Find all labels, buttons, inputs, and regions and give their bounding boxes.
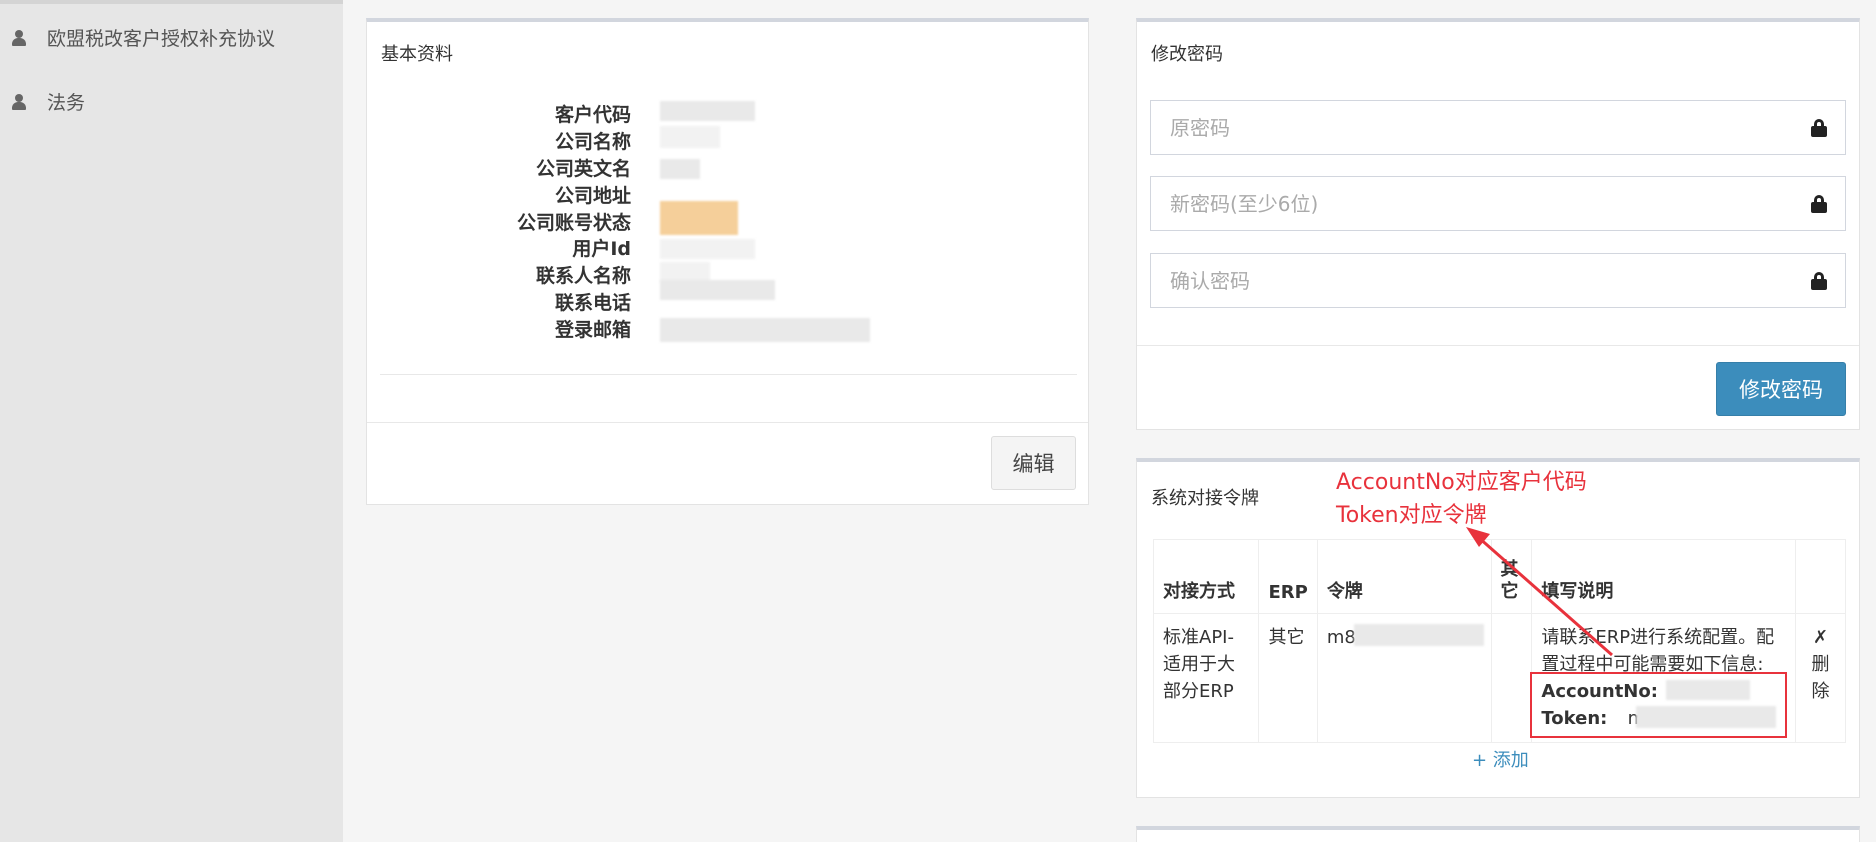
info-labels: 客户代码 公司名称 公司英文名 公司地址 公司账号状态 用户Id 联系人名称 联… [367, 100, 631, 350]
lock-icon [1811, 195, 1827, 213]
redacted-english-name [660, 159, 700, 179]
edit-button[interactable]: 编辑 [991, 436, 1076, 490]
cell-method: 标准API-适用于大部分ERP [1152, 613, 1260, 743]
redacted-token [1353, 624, 1484, 646]
lock-icon [1811, 119, 1827, 137]
annotation-highlight-box [1530, 672, 1787, 738]
sidebar: 欧盟税改客户授权补充协议 法务 [0, 0, 343, 842]
label-company-english-name: 公司英文名 [535, 158, 631, 180]
new-password-field [1150, 176, 1846, 231]
redacted-phone [660, 280, 775, 300]
label-contact-name: 联系人名称 [535, 265, 631, 287]
sidebar-item-eu-tax-agreement[interactable]: 欧盟税改客户授权补充协议 [12, 24, 275, 51]
label-company-name: 公司名称 [554, 131, 631, 153]
user-icon [12, 93, 26, 110]
table-header-row: 对接方式 ERP 令牌 其它 填写说明 [1152, 539, 1846, 614]
col-description: 填写说明 [1531, 539, 1797, 614]
label-account-status: 公司账号状态 [516, 212, 631, 234]
next-panel-edge [1136, 826, 1860, 842]
add-link[interactable]: + 添加 [1472, 746, 1529, 772]
col-erp: ERP [1258, 539, 1318, 614]
sidebar-item-legal[interactable]: 法务 [12, 88, 85, 115]
lock-icon [1811, 272, 1827, 290]
sidebar-top-border [0, 0, 343, 4]
col-other: 其它 [1491, 539, 1533, 614]
description-text: 请联系ERP进行系统配置。配置过程中可能需要如下信息: [1541, 627, 1775, 675]
label-login-email: 登录邮箱 [554, 319, 631, 341]
divider [380, 374, 1077, 375]
change-password-panel: 修改密码 修改密码 [1136, 18, 1860, 430]
token-text: m8 [1326, 627, 1356, 648]
old-password-input[interactable] [1151, 101, 1845, 154]
footer-divider [367, 422, 1088, 423]
col-method: 对接方式 [1152, 539, 1260, 614]
basic-info-panel: 基本资料 客户代码 公司名称 公司英文名 公司地址 公司账号状态 用户Id 联系… [366, 18, 1089, 505]
footer-divider [1137, 345, 1859, 346]
delete-link[interactable]: ✗ 删除 [1795, 613, 1846, 743]
user-icon [12, 29, 26, 46]
redacted-company-name [660, 126, 720, 148]
cell-other [1491, 613, 1533, 743]
confirm-password-field [1150, 253, 1846, 308]
annotation-line-2: Token对应令牌 [1336, 503, 1487, 528]
panel-title: 系统对接令牌 [1151, 488, 1259, 509]
col-token: 令牌 [1316, 539, 1493, 614]
annotation-line-1: AccountNo对应客户代码 [1336, 470, 1587, 495]
annotation-text: AccountNo对应客户代码 Token对应令牌 [1336, 466, 1587, 532]
old-password-field [1150, 100, 1846, 155]
confirm-password-input[interactable] [1151, 254, 1845, 307]
change-password-button[interactable]: 修改密码 [1716, 362, 1846, 416]
redacted-customer-code [660, 101, 755, 121]
redacted-contact-name [660, 262, 710, 282]
redacted-email [660, 318, 870, 342]
label-customer-code: 客户代码 [554, 104, 631, 126]
label-company-address: 公司地址 [554, 185, 631, 207]
new-password-input[interactable] [1151, 177, 1845, 230]
label-user-id: 用户Id [572, 238, 631, 260]
col-actions [1795, 539, 1846, 614]
redacted-account-status [660, 201, 738, 235]
cell-erp: 其它 [1258, 613, 1318, 743]
label-contact-phone: 联系电话 [554, 292, 631, 314]
sidebar-item-label: 欧盟税改客户授权补充协议 [47, 28, 276, 50]
cell-token: m8 [1316, 613, 1493, 743]
redacted-user-id [660, 239, 755, 259]
panel-title: 基本资料 [381, 44, 453, 65]
sidebar-item-label: 法务 [47, 92, 86, 114]
panel-title: 修改密码 [1151, 44, 1223, 65]
